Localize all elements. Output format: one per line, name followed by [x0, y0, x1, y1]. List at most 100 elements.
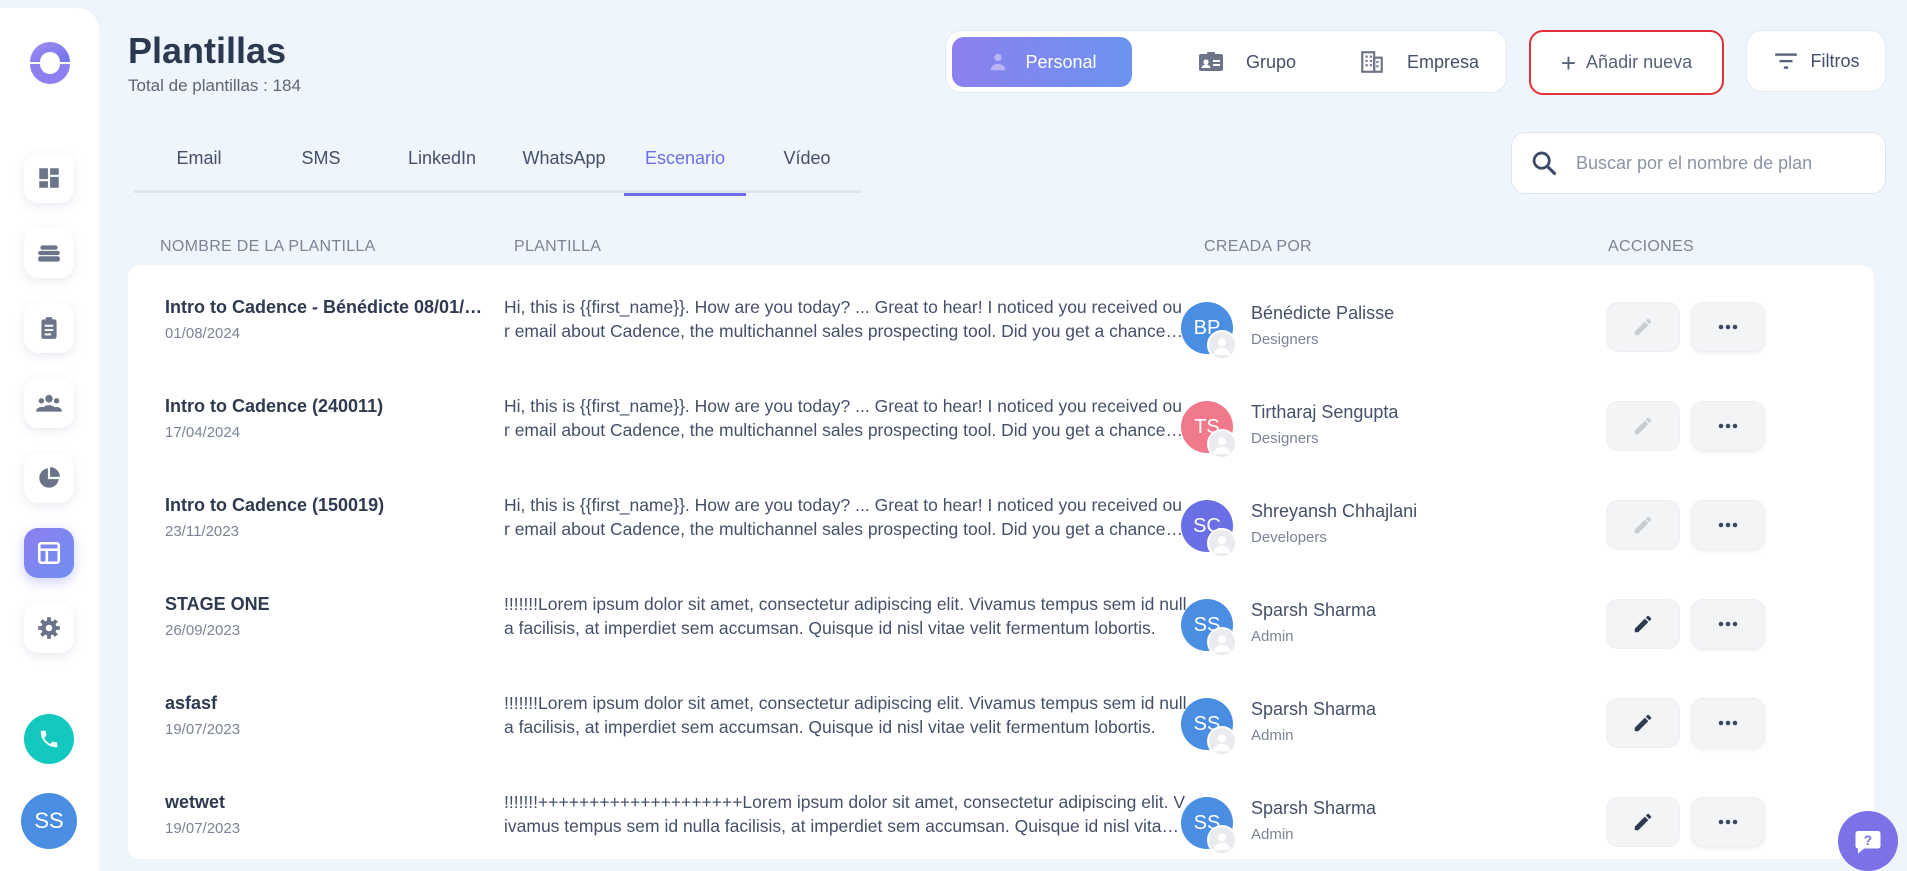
group-avatar-icon	[1207, 726, 1237, 756]
template-preview: Hi, this is {{first_name}}. How are you …	[504, 495, 1185, 539]
tab-linkedin[interactable]: LinkedIn	[381, 148, 503, 193]
sidebar-item-cadences[interactable]	[24, 228, 74, 278]
stack-icon	[38, 245, 60, 262]
templates-table: Intro to Cadence - Bénédicte 08/01/2024 0…	[128, 265, 1874, 859]
sidebar-item-templates[interactable]	[24, 528, 74, 578]
template-name[interactable]: Intro to Cadence - Bénédicte 08/01/2024	[165, 297, 485, 318]
template-preview: Hi, this is {{first_name}}. How are you …	[504, 297, 1185, 341]
pie-chart-icon	[39, 467, 60, 488]
settings-icon	[38, 617, 60, 639]
edit-button[interactable]	[1606, 698, 1680, 748]
edit-button[interactable]	[1606, 302, 1680, 352]
more-options-button[interactable]	[1691, 401, 1765, 451]
creator-avatar: SS	[1181, 698, 1237, 756]
group-avatar-icon	[1207, 330, 1237, 360]
table-row[interactable]: Intro to Cadence (150019) 23/11/2023 Hi, t…	[128, 463, 1874, 562]
sidebar-item-tasks[interactable]	[24, 303, 74, 353]
sidebar-item-prospects[interactable]	[24, 378, 74, 428]
table-row[interactable]: wetwet 19/07/2023 !!!!!!!+++++++++++++++++…	[128, 760, 1874, 859]
pencil-icon	[1634, 615, 1652, 633]
tab-group[interactable]: Grupo	[1172, 37, 1322, 87]
filters-label: Filtros	[1810, 50, 1860, 71]
column-header-name: NOMBRE DE LA PLANTILLA	[160, 238, 376, 255]
creator-name: Shreyansh Chhajlani	[1251, 501, 1418, 521]
edit-button[interactable]	[1606, 599, 1680, 649]
edit-button[interactable]	[1606, 401, 1680, 451]
page-title: Plantillas	[128, 30, 287, 71]
template-date: 26/09/2023	[165, 622, 241, 639]
pencil-icon	[1634, 318, 1652, 336]
group-avatar-icon	[1207, 825, 1237, 855]
tab-group-label: Grupo	[1245, 51, 1297, 72]
more-options-button[interactable]	[1691, 797, 1765, 847]
tab-company[interactable]: Empresa	[1339, 37, 1499, 87]
sidebar-item-dashboard[interactable]	[24, 153, 74, 203]
tab-scenario[interactable]: Escenario	[624, 148, 746, 196]
creator-avatar: SS	[1181, 797, 1237, 855]
add-template-label: Añadir nueva	[1586, 52, 1693, 72]
column-header-template: PLANTILLA	[514, 238, 602, 255]
table-row[interactable]: STAGE ONE 26/09/2023 !!!!!!!Lorem ipsum do…	[128, 562, 1874, 661]
template-name[interactable]: STAGE ONE	[165, 594, 485, 615]
pencil-icon	[1634, 714, 1652, 732]
edit-button[interactable]	[1606, 500, 1680, 550]
creator-team: Admin	[1251, 628, 1294, 645]
more-options-button[interactable]	[1691, 500, 1765, 550]
template-preview: !!!!!!!++++++++++++++++++++Lorem ipsum d…	[504, 792, 1185, 836]
more-options-button[interactable]	[1691, 698, 1765, 748]
template-date: 17/04/2024	[165, 424, 241, 441]
template-name[interactable]: Intro to Cadence (240011)	[165, 396, 485, 417]
creator-avatar: BP	[1181, 302, 1237, 360]
sidebar: SS	[0, 8, 99, 871]
more-options-button[interactable]	[1691, 302, 1765, 352]
table-row[interactable]: Intro to Cadence (240011) 17/04/2024 Hi, t…	[128, 364, 1874, 463]
clipboard-icon	[41, 317, 57, 339]
tab-whatsapp[interactable]: WhatsApp	[503, 148, 625, 193]
templates-icon	[37, 541, 61, 565]
help-button[interactable]: ?	[1838, 811, 1898, 871]
edit-button[interactable]	[1606, 797, 1680, 847]
table-row[interactable]: asfasf 19/07/2023 !!!!!!!Lorem ipsum dolor…	[128, 661, 1874, 760]
tab-sms[interactable]: SMS	[260, 148, 382, 193]
template-date: 23/11/2023	[165, 523, 239, 540]
search-input[interactable]	[1576, 152, 1876, 174]
column-header-created-by: CREADA POR	[1204, 238, 1312, 255]
search-box	[1511, 132, 1886, 194]
logo-icon[interactable]	[26, 38, 74, 86]
filters-button[interactable]: Filtros	[1746, 30, 1886, 92]
pencil-icon	[1634, 813, 1652, 831]
more-dots-icon	[1718, 621, 1738, 627]
tab-email[interactable]: Email	[138, 148, 260, 193]
more-dots-icon	[1718, 324, 1738, 330]
creator-team: Designers	[1251, 430, 1319, 447]
creator-team: Admin	[1251, 727, 1294, 744]
tab-personal-label: Personal	[1025, 51, 1097, 72]
help-chat-icon: ?	[1855, 831, 1881, 854]
template-name[interactable]: wetwet	[165, 792, 485, 813]
sidebar-item-settings[interactable]	[24, 603, 74, 653]
group-avatar-icon	[1207, 528, 1237, 558]
template-name[interactable]: asfasf	[165, 693, 485, 714]
sidebar-item-reports[interactable]	[24, 453, 74, 503]
tab-personal[interactable]: Personal	[952, 37, 1132, 87]
more-dots-icon	[1718, 423, 1738, 429]
more-dots-icon	[1718, 720, 1738, 726]
template-name[interactable]: Intro to Cadence (150019)	[165, 495, 485, 516]
dashboard-icon	[39, 168, 59, 188]
tab-company-label: Empresa	[1406, 51, 1480, 72]
more-options-button[interactable]	[1691, 599, 1765, 649]
svg-text:?: ?	[1864, 833, 1872, 848]
creator-name: Tirtharaj Sengupta	[1251, 402, 1399, 422]
group-avatar-icon	[1207, 627, 1237, 657]
add-template-button[interactable]: + Añadir nueva	[1529, 30, 1724, 95]
creator-team: Admin	[1251, 826, 1294, 843]
templates-count: Total de plantillas : 184	[128, 76, 301, 95]
plus-icon: +	[1560, 47, 1577, 78]
avatar[interactable]: SS	[21, 793, 77, 849]
template-date: 19/07/2023	[165, 721, 241, 738]
tab-video[interactable]: Vídeo	[746, 148, 868, 193]
table-row[interactable]: Intro to Cadence - Bénédicte 08/01/2024 0…	[128, 265, 1874, 364]
call-button[interactable]	[24, 714, 74, 764]
creator-avatar: SS	[1181, 599, 1237, 657]
creator-team: Developers	[1251, 529, 1327, 546]
